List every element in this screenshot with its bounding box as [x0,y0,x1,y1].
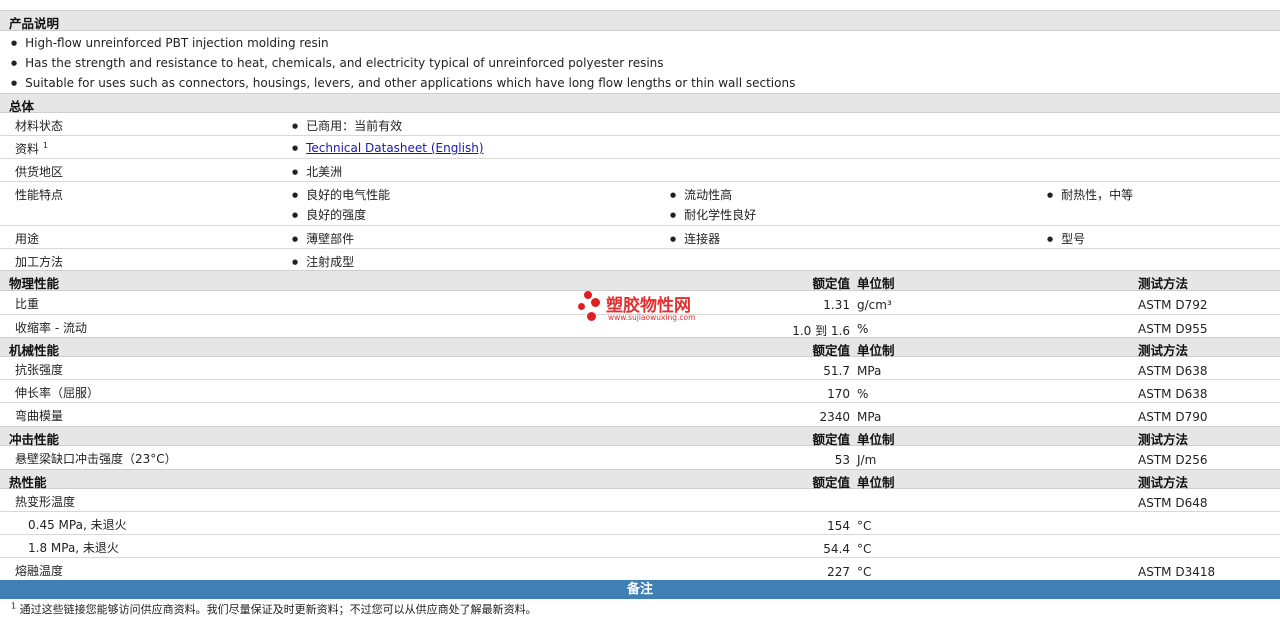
section-general: 总体 [0,93,1280,114]
property-method: ASTM D638 [1138,387,1208,401]
property-value: 51.7 [823,364,850,378]
property-value: 170 [827,387,850,401]
row-label: 性能特点 [15,188,64,202]
row-value: 北美洲 [292,163,342,180]
property-name: 比重 [15,297,40,311]
row-value: 注射成型 [292,253,354,270]
table-row: 1.8 MPa, 未退火 54.4 °C [0,535,1280,558]
property-value: 227 [827,565,850,579]
row-supply-region: 供货地区 北美洲 [0,159,1280,182]
feature-item: 流动性高 [670,186,732,203]
property-unit: °C [857,542,872,556]
row-label: 资料 1 [15,141,48,156]
property-value: 2340 [819,410,850,424]
property-method: ASTM D256 [1138,453,1208,467]
property-name: 1.8 MPa, 未退火 [28,541,119,555]
use-item: 连接器 [670,230,720,247]
table-row: 抗张强度 51.7 MPa ASTM D638 [0,357,1280,380]
footnote: 1 通过这些链接您能够访问供应商资料。我们尽量保证及时更新资料；不过您可以从供应… [11,601,537,616]
row-features: 性能特点 良好的电气性能 流动性高 耐热性，中等 良好的强度 耐化学性良好 [0,182,1280,226]
property-unit: °C [857,565,872,579]
property-name: 收缩率 - 流动 [15,321,87,335]
description-bullet: Suitable for uses such as connectors, ho… [11,76,795,90]
row-label: 用途 [15,232,40,246]
section-physical: 物理性能 额定值 单位制 测试方法 [0,270,1280,291]
description-bullet: Has the strength and resistance to heat,… [11,56,663,70]
logo-dot [578,303,585,310]
use-item: 薄壁部件 [292,230,354,247]
section-impact: 冲击性能 额定值 单位制 测试方法 [0,426,1280,447]
column-header-method: 测试方法 [1138,276,1189,291]
section-thermal: 热性能 额定值 单位制 测试方法 [0,469,1280,490]
section-product-description: 产品说明 [0,10,1280,31]
row-label: 供货地区 [15,165,64,179]
row-value: 已商用：当前有效 [292,117,402,134]
logo-dot [584,291,592,299]
use-item: 型号 [1047,230,1085,247]
row-material-status: 材料状态 已商用：当前有效 [0,113,1280,136]
property-name: 0.45 MPa, 未退火 [28,518,127,532]
property-method: ASTM D638 [1138,364,1208,378]
table-row: 0.45 MPa, 未退火 154 °C [0,512,1280,535]
property-unit: MPa [857,410,882,424]
section-mechanical: 机械性能 额定值 单位制 测试方法 [0,337,1280,358]
row-literature: 资料 1 Technical Datasheet (English) [0,136,1280,159]
property-name: 抗张强度 [15,363,64,377]
feature-item: 良好的强度 [292,206,366,223]
property-unit: MPa [857,364,882,378]
property-unit: °C [857,519,872,533]
property-name: 弯曲模量 [15,409,64,423]
property-name: 悬壁梁缺口冲击强度（23°C） [15,452,177,466]
property-unit: J/m [857,453,877,467]
logo-dot [587,312,596,321]
table-row: 悬壁梁缺口冲击强度（23°C） 53 J/m ASTM D256 [0,446,1280,469]
row-uses: 用途 薄壁部件 连接器 型号 [0,226,1280,249]
column-header-nominal: 额定值 [812,276,850,291]
column-header-unit: 单位制 [857,276,895,291]
row-label: 加工方法 [15,255,64,269]
table-row: 伸长率（屈服） 170 % ASTM D638 [0,380,1280,403]
table-row: 熔融温度 227 °C ASTM D3418 [0,558,1280,580]
table-row: 弯曲模量 2340 MPa ASTM D790 [0,403,1280,426]
property-method: ASTM D648 [1138,496,1208,510]
notes-bar: 备注 [0,580,1280,599]
feature-item: 耐化学性良好 [670,206,756,223]
property-name: 伸长率（屈服） [15,386,100,400]
property-value: 1.31 [823,298,850,312]
property-value: 54.4 [823,542,850,556]
property-name: 热变形温度 [15,495,76,509]
property-unit: % [857,322,869,336]
section-title: 物理性能 [9,276,60,291]
watermark-url: www.sujiaowuxing.com [608,313,696,322]
section-title: 产品说明 [9,16,60,31]
property-value: 154 [827,519,850,533]
property-unit: % [857,387,869,401]
property-unit: g/cm³ [857,298,892,312]
property-method: ASTM D955 [1138,322,1208,336]
literature-item: Technical Datasheet (English) [292,141,483,155]
property-value: 53 [834,453,850,467]
property-method: ASTM D3418 [1138,565,1216,579]
feature-item: 良好的电气性能 [292,186,390,203]
description-bullet: High-flow unreinforced PBT injection mol… [11,36,329,50]
property-name: 熔融温度 [15,564,64,578]
table-row: 热变形温度 ASTM D648 [0,489,1280,512]
technical-datasheet-link[interactable]: Technical Datasheet (English) [306,141,483,155]
row-processing: 加工方法 注射成型 [0,249,1280,271]
logo-dot [591,298,600,307]
feature-item: 耐热性，中等 [1047,186,1133,203]
property-method: ASTM D792 [1138,298,1208,312]
row-label: 材料状态 [15,119,64,133]
property-method: ASTM D790 [1138,410,1208,424]
